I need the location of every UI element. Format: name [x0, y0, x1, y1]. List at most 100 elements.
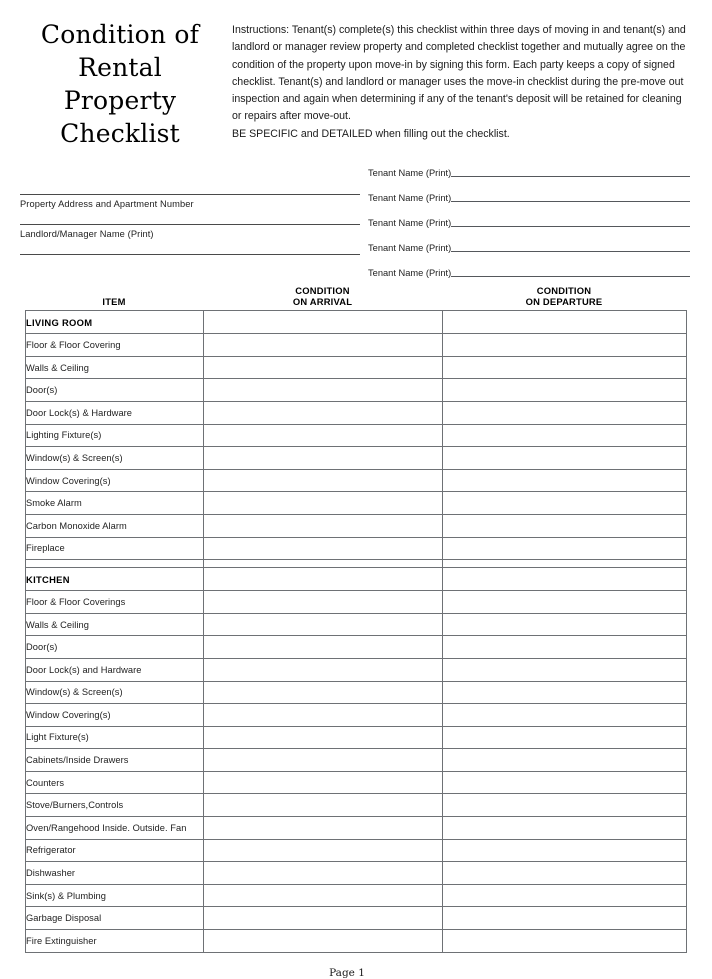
- instructions-emphasis: BE SPECIFIC and DETAILED when filling ou…: [232, 127, 510, 140]
- condition-on-departure-cell[interactable]: [442, 513, 687, 538]
- tenant-name-input[interactable]: [451, 201, 690, 202]
- condition-on-departure-cell[interactable]: [442, 400, 687, 425]
- condition-on-departure-cell[interactable]: [442, 883, 687, 908]
- table-row: Window Covering(s): [25, 703, 687, 727]
- condition-on-arrival-cell[interactable]: [203, 423, 443, 448]
- title-line-4: Checklist: [60, 119, 180, 148]
- condition-on-arrival-cell: [203, 310, 443, 335]
- tenant-name-input[interactable]: [451, 276, 690, 277]
- condition-on-departure-cell[interactable]: [442, 468, 687, 493]
- table-row: Door Lock(s) & Hardware: [25, 400, 687, 425]
- condition-on-arrival-cell[interactable]: [203, 333, 443, 357]
- item-name-cell: Light Fixture(s): [25, 725, 204, 750]
- condition-on-departure-cell[interactable]: [442, 770, 687, 795]
- table-section-row: KITCHEN: [25, 567, 687, 592]
- condition-on-arrival-cell[interactable]: [203, 446, 443, 470]
- condition-on-departure-cell[interactable]: [442, 333, 687, 357]
- condition-on-arrival-cell[interactable]: [203, 883, 443, 908]
- condition-on-arrival-cell[interactable]: [203, 680, 443, 705]
- condition-on-arrival-cell[interactable]: [203, 793, 443, 818]
- condition-on-arrival-cell[interactable]: [203, 861, 443, 885]
- item-name-cell: Floor & Floor Covering: [25, 333, 204, 357]
- condition-on-departure-cell[interactable]: [442, 378, 687, 402]
- condition-on-arrival-cell[interactable]: [203, 657, 443, 682]
- condition-on-departure-cell[interactable]: [442, 446, 687, 470]
- condition-on-arrival-cell[interactable]: [203, 400, 443, 425]
- table-section-row: LIVING ROOM: [25, 310, 687, 335]
- item-name-cell: Window Covering(s): [25, 468, 204, 493]
- condition-on-departure-cell[interactable]: [442, 906, 687, 931]
- condition-on-departure-cell[interactable]: [442, 590, 687, 614]
- table-row: Lighting Fixture(s): [25, 423, 687, 448]
- table-row: Refrigerator: [25, 838, 687, 863]
- table-row: Door Lock(s) and Hardware: [25, 657, 687, 682]
- condition-on-departure-cell[interactable]: [442, 725, 687, 750]
- condition-on-departure-cell[interactable]: [442, 748, 687, 772]
- condition-on-arrival-cell[interactable]: [203, 770, 443, 795]
- instructions-block: Instructions: Tenant(s) complete(s) this…: [226, 14, 690, 143]
- condition-on-departure-cell[interactable]: [442, 680, 687, 705]
- item-name-cell: Window(s) & Screen(s): [25, 446, 204, 470]
- condition-on-arrival-cell[interactable]: [203, 355, 443, 380]
- table-row: Walls & Ceiling: [25, 355, 687, 380]
- condition-on-arrival-cell[interactable]: [203, 590, 443, 614]
- condition-on-arrival-cell[interactable]: [203, 635, 443, 659]
- condition-on-arrival-cell[interactable]: [203, 468, 443, 493]
- condition-on-arrival-cell[interactable]: [203, 612, 443, 637]
- tenant-row: Tenant Name (Print): [368, 179, 690, 204]
- condition-on-departure-cell[interactable]: [442, 793, 687, 818]
- condition-on-departure-cell[interactable]: [442, 536, 687, 561]
- page-title: Condition of Rental Property Checklist: [14, 14, 226, 150]
- condition-on-departure-cell[interactable]: [442, 816, 687, 840]
- item-name-cell: Window Covering(s): [25, 703, 204, 727]
- item-name-cell: Counters: [25, 770, 204, 795]
- condition-on-departure-cell[interactable]: [442, 929, 687, 953]
- condition-on-departure-cell[interactable]: [442, 703, 687, 727]
- item-name-cell: [25, 559, 204, 569]
- condition-on-arrival-cell[interactable]: [203, 491, 443, 515]
- condition-on-arrival-cell[interactable]: [203, 725, 443, 750]
- section-heading-cell: KITCHEN: [25, 567, 204, 592]
- item-name-cell: Lighting Fixture(s): [25, 423, 204, 448]
- tenant-name-input[interactable]: [451, 176, 690, 177]
- condition-on-departure-cell[interactable]: [442, 612, 687, 637]
- item-name-cell: Cabinets/Inside Drawers: [25, 748, 204, 772]
- instructions-text: Instructions: Tenant(s) complete(s) this…: [232, 24, 686, 123]
- tenant-name-label: Tenant Name (Print): [368, 243, 452, 253]
- condition-on-departure-cell[interactable]: [442, 491, 687, 515]
- rental-checklist-page: Condition of Rental Property Checklist I…: [0, 0, 712, 979]
- tenant-name-input[interactable]: [451, 251, 690, 252]
- condition-on-arrival-cell[interactable]: [203, 703, 443, 727]
- item-name-cell: Oven/Rangehood Inside. Outside. Fan: [25, 816, 204, 840]
- table-row: Walls & Ceiling: [25, 612, 687, 637]
- condition-on-arrival-cell[interactable]: [203, 838, 443, 863]
- table-row: Carbon Monoxide Alarm: [25, 513, 687, 538]
- condition-on-departure-cell[interactable]: [442, 657, 687, 682]
- condition-on-arrival-cell[interactable]: [203, 748, 443, 772]
- table-row: Dishwasher: [25, 861, 687, 885]
- tenant-name-label: Tenant Name (Print): [368, 218, 452, 228]
- landlord-name-label: Landlord/Manager Name (Print): [20, 229, 154, 239]
- header-condition-on-arrival: CONDITION ON ARRIVAL: [203, 285, 442, 310]
- condition-on-arrival-cell[interactable]: [203, 906, 443, 931]
- condition-on-departure-cell[interactable]: [442, 423, 687, 448]
- table-row: Door(s): [25, 635, 687, 659]
- table-row: Floor & Floor Coverings: [25, 590, 687, 614]
- header-condition-on-departure: CONDITION ON DEPARTURE: [442, 285, 686, 310]
- condition-on-departure-cell[interactable]: [442, 355, 687, 380]
- item-name-cell: Smoke Alarm: [25, 491, 204, 515]
- condition-on-arrival-cell[interactable]: [203, 513, 443, 538]
- table-body: LIVING ROOM Floor & Floor Covering Walls &…: [25, 310, 687, 953]
- condition-on-arrival-cell[interactable]: [203, 816, 443, 840]
- extra-blank-label: [20, 255, 360, 259]
- condition-on-arrival-cell[interactable]: [203, 929, 443, 953]
- title-line-3: Property: [63, 86, 177, 115]
- condition-on-arrival-cell[interactable]: [203, 378, 443, 402]
- tenant-name-input[interactable]: [451, 226, 690, 227]
- tenant-name-label: Tenant Name (Print): [368, 268, 452, 278]
- condition-on-departure-cell[interactable]: [442, 838, 687, 863]
- condition-checklist-table: LIVING ROOM Floor & Floor Covering Walls &…: [25, 310, 687, 953]
- condition-on-departure-cell[interactable]: [442, 635, 687, 659]
- condition-on-departure-cell[interactable]: [442, 861, 687, 885]
- condition-on-arrival-cell[interactable]: [203, 536, 443, 561]
